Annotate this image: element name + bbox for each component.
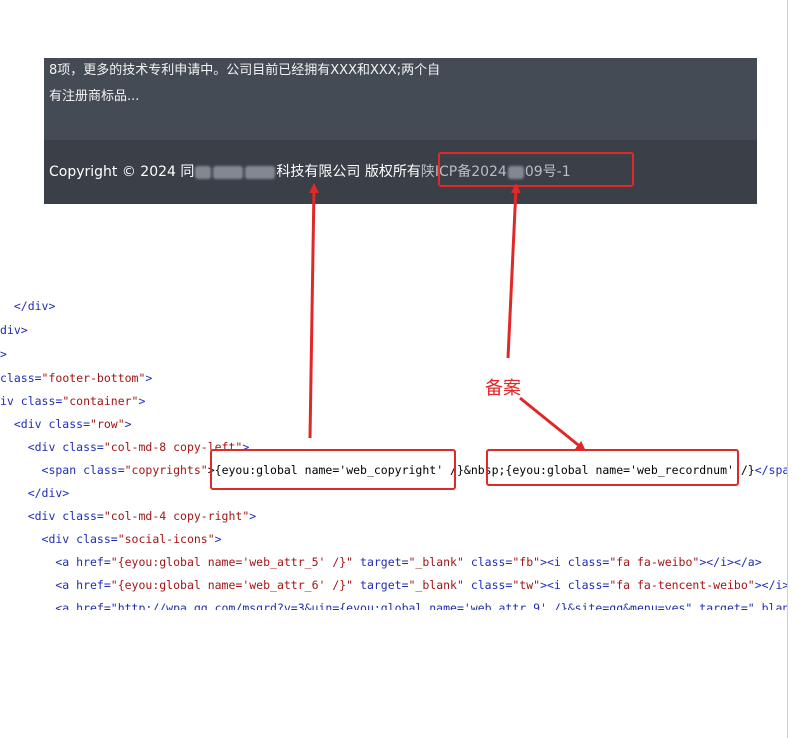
arrow-to-record-code	[519, 396, 586, 452]
annotation-arrows	[308, 183, 586, 452]
arrow-to-copyright	[308, 183, 319, 439]
arrow-to-record	[506, 183, 521, 359]
